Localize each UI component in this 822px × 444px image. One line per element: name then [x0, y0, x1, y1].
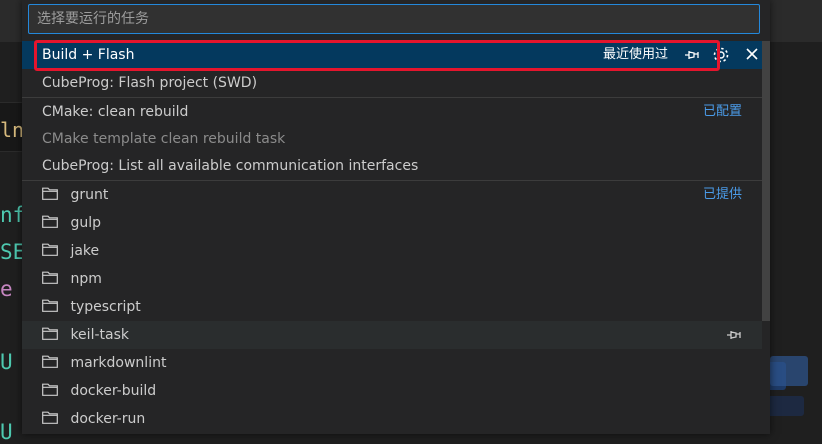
task-label: npm [70, 271, 102, 287]
task-label: grunt [70, 187, 109, 203]
task-label: CMake template clean rebuild task [42, 131, 286, 147]
task-item[interactable]: CubeProg: Flash project (SWD) [22, 69, 762, 97]
task-label: gulp [70, 215, 101, 231]
group-label-provided: 已提供 [702, 187, 742, 202]
task-label: keil-task [70, 327, 129, 343]
task-item[interactable]: npm [22, 265, 762, 293]
scrollbar[interactable] [762, 41, 770, 321]
folder-icon [42, 327, 58, 340]
task-label: CMake: clean rebuild [42, 104, 189, 120]
folder-icon [42, 215, 58, 228]
task-item[interactable]: markdownlint [22, 349, 762, 377]
folder-icon [42, 243, 58, 256]
task-item[interactable]: keil-task [22, 321, 762, 349]
task-label: jake [70, 243, 100, 259]
folder-icon [42, 299, 58, 312]
recently-used-label: 最近使用过 [602, 47, 668, 62]
task-label: CubeProg: List all available communicati… [42, 158, 419, 174]
task-item[interactable]: typescript [22, 293, 762, 321]
folder-icon [42, 411, 58, 424]
task-label: docker-build [70, 383, 157, 399]
folder-icon [42, 355, 58, 368]
task-label: markdownlint [70, 355, 167, 371]
code-fragment: U [0, 420, 13, 444]
code-fragment: e [0, 277, 13, 301]
task-item[interactable]: CMake template clean rebuild task [22, 126, 762, 152]
folder-icon [42, 187, 58, 200]
task-item[interactable]: grunt 已提供 [22, 180, 762, 209]
task-item[interactable]: gulp [22, 209, 762, 237]
task-label: Build + Flash [42, 47, 135, 63]
task-list: Build + Flash 最近使用过 CubeProg: Flash proj… [22, 41, 762, 433]
editor-left-gutter [0, 42, 22, 434]
task-item[interactable]: docker-run [22, 405, 762, 433]
group-label-configured: 已配置 [702, 104, 742, 119]
code-fragment: ln [0, 118, 25, 142]
task-label: CubeProg: Flash project (SWD) [42, 75, 258, 91]
task-item[interactable]: CMake: clean rebuild 已配置 [22, 97, 762, 126]
task-item-build-flash[interactable]: Build + Flash 最近使用过 [22, 41, 762, 69]
folder-icon [42, 383, 58, 396]
task-search-input[interactable] [28, 4, 760, 34]
task-item[interactable]: docker-build [22, 377, 762, 405]
task-item[interactable]: CubeProg: List all available communicati… [22, 152, 762, 180]
folder-icon [42, 271, 58, 284]
task-item[interactable]: jake [22, 237, 762, 265]
code-fragment: U [0, 350, 13, 374]
task-label: docker-run [70, 411, 146, 427]
task-quick-pick: Build + Flash 最近使用过 CubeProg: Flash proj… [22, 0, 770, 434]
task-label: typescript [70, 299, 141, 315]
